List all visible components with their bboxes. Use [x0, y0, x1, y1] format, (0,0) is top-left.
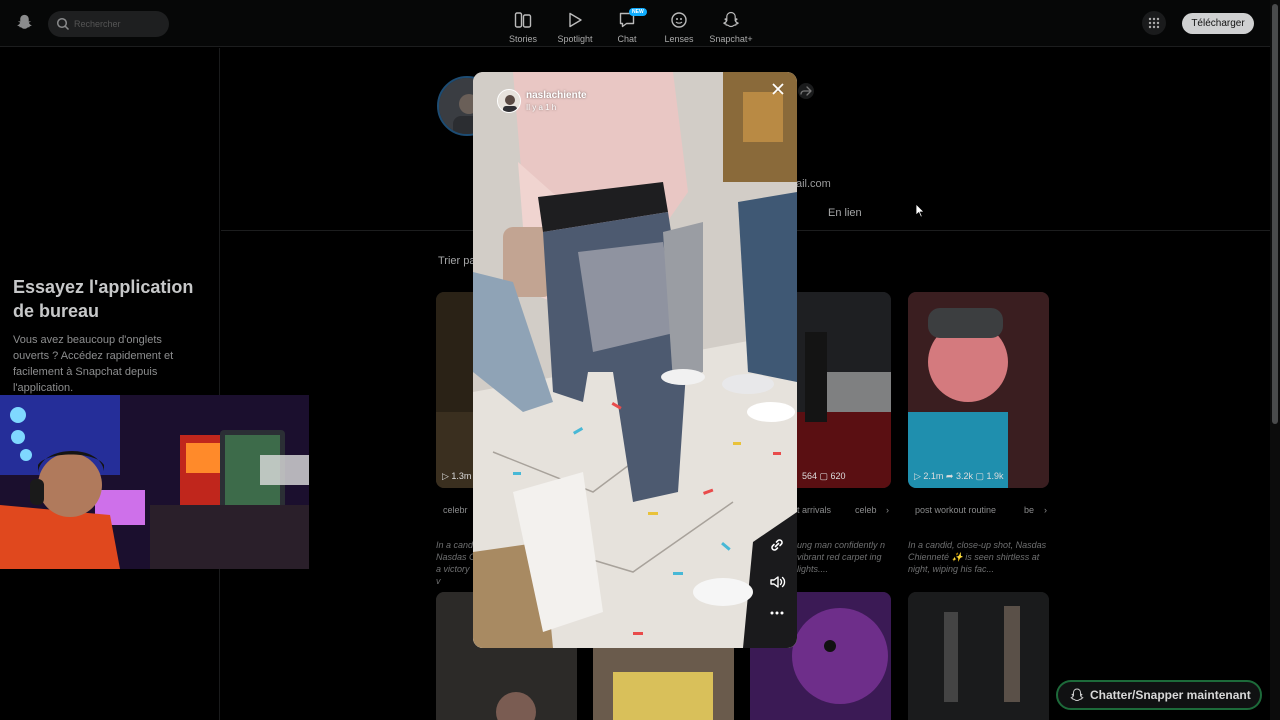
search-icon	[56, 17, 70, 31]
apps-grid-button[interactable]	[1142, 11, 1166, 35]
mouse-cursor-icon	[915, 203, 925, 218]
search-input[interactable]	[74, 15, 162, 33]
chat-now-label: Chatter/Snapper maintenant	[1090, 688, 1251, 702]
card-stats: ▷ 1.3m	[442, 471, 472, 481]
search-box[interactable]	[48, 11, 169, 37]
webcam-feed	[0, 395, 309, 569]
story-timestamp: Il y a 1 h	[526, 103, 557, 112]
card-tag[interactable]: celebr	[443, 505, 468, 515]
snapchat-plus-icon	[722, 11, 740, 28]
spotlight-card[interactable]: ▷ 2.1m ➦ 3.2k ▢ 1.9k	[908, 292, 1049, 488]
snapchat-ghost-icon[interactable]	[16, 14, 33, 31]
lenses-icon	[671, 12, 687, 28]
chat-now-button[interactable]: Chatter/Snapper maintenant	[1056, 680, 1262, 710]
spotlight-card[interactable]	[908, 592, 1049, 720]
close-icon[interactable]	[769, 80, 787, 98]
spotlight-play-icon	[569, 12, 582, 28]
webcam-overlay	[0, 395, 309, 569]
download-button[interactable]: Télécharger	[1182, 13, 1254, 34]
story-username[interactable]: naslachiente	[526, 90, 587, 101]
ghost-icon	[1070, 688, 1084, 702]
share-icon[interactable]	[797, 82, 815, 100]
nav-chat-label: Chat	[617, 34, 637, 44]
nav-snapchat-plus-label: Snapchat+	[709, 34, 753, 44]
story-user-avatar[interactable]	[497, 89, 521, 113]
grid-icon	[1148, 17, 1160, 29]
card-stats: 564 ▢ 620	[802, 471, 846, 481]
card-description: In a cand Nasdas C a victory v	[436, 540, 476, 586]
new-badge: NEW	[629, 8, 647, 16]
card-tag[interactable]: celeb	[855, 505, 877, 515]
stories-icon	[514, 12, 532, 28]
top-bar: Stories Spotlight NEW Chat Lenses Snapch…	[0, 0, 1270, 47]
volume-icon[interactable]	[768, 573, 786, 591]
card-tag[interactable]: be	[1024, 505, 1034, 515]
card-tag[interactable]: post workout routine	[915, 505, 996, 515]
nav-snapchat-plus[interactable]: Snapchat+	[705, 8, 757, 46]
left-sidebar: Essayez l'application de bureau Vous ave…	[0, 48, 220, 720]
card-description: ung man confidently n vibrant red carpet…	[797, 540, 886, 574]
more-options-icon[interactable]	[768, 608, 786, 618]
nav-chat[interactable]: NEW Chat	[601, 8, 653, 46]
link-icon[interactable]	[768, 536, 786, 554]
scrollbar-thumb[interactable]	[1272, 4, 1278, 424]
story-media	[473, 72, 797, 648]
card-thumbnail	[908, 592, 1049, 720]
chevron-right-icon[interactable]: ›	[886, 505, 889, 515]
nav-lenses-label: Lenses	[664, 34, 694, 44]
story-viewer[interactable]: naslachiente Il y a 1 h	[473, 72, 797, 648]
page-scrollbar[interactable]	[1270, 0, 1280, 720]
sort-label[interactable]: Trier pa	[438, 255, 476, 267]
nav-stories-label: Stories	[508, 34, 537, 44]
card-stats: ▷ 2.1m ➦ 3.2k ▢ 1.9k	[914, 471, 1004, 481]
card-tag[interactable]: t arrivals	[797, 505, 831, 515]
card-thumbnail	[908, 292, 1049, 488]
promo-title: Essayez l'application de bureau	[13, 277, 194, 321]
promo-text: Vous avez beaucoup d'onglets ouverts ? A…	[13, 334, 174, 394]
chevron-right-icon[interactable]: ›	[1044, 505, 1047, 515]
tab-en-lien[interactable]: En lien	[828, 207, 862, 219]
card-description: In a candid, close-up shot, Nasdas Chien…	[908, 540, 1047, 574]
profile-email[interactable]: ail.com	[796, 178, 831, 190]
nav-spotlight[interactable]: Spotlight	[549, 8, 601, 46]
nav-stories[interactable]: Stories	[497, 8, 549, 46]
nav-spotlight-label: Spotlight	[557, 34, 593, 44]
nav-lenses[interactable]: Lenses	[653, 8, 705, 46]
